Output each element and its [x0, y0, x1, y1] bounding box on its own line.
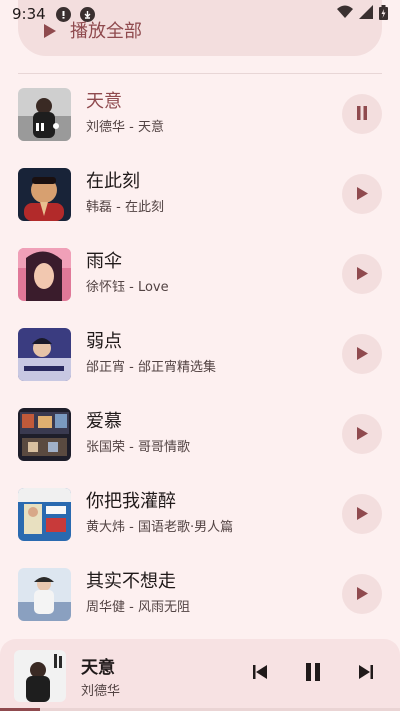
play-button[interactable]: [342, 414, 382, 454]
play-button[interactable]: [342, 494, 382, 534]
battery-icon: [379, 4, 388, 24]
mini-player[interactable]: 天意 刘德华: [0, 639, 400, 711]
skip-previous-icon: [252, 664, 268, 684]
play-icon: [356, 185, 368, 204]
song-row[interactable]: 在此刻 韩磊 - 在此刻: [0, 154, 400, 234]
song-subtitle: 黄大炜 - 国语老歌·男人篇: [86, 520, 234, 535]
song-row[interactable]: 你把我灌醉 黄大炜 - 国语老歌·男人篇: [0, 474, 400, 554]
song-row[interactable]: 天意 刘德华 - 天意: [0, 74, 400, 154]
song-title: 爱慕: [86, 411, 122, 432]
status-bar: 9:34: [0, 0, 400, 28]
play-button[interactable]: [342, 334, 382, 374]
album-cover: [18, 168, 71, 221]
pause-icon: [305, 663, 321, 685]
album-cover: [18, 248, 71, 301]
song-subtitle: 刘德华 - 天意: [86, 120, 164, 135]
song-row[interactable]: 雨伞 徐怀钰 - Love: [0, 234, 400, 314]
mini-player-artist: 刘德华: [81, 684, 121, 699]
song-title: 雨伞: [86, 251, 122, 272]
signal-icon: [359, 5, 373, 23]
song-row[interactable]: 其实不想走 周华健 - 风雨无阻: [0, 554, 400, 634]
mini-player-cover: [14, 650, 66, 702]
play-icon: [356, 505, 368, 524]
play-icon: [356, 345, 368, 364]
song-subtitle: 邰正宵 - 邰正宵精选集: [86, 360, 216, 375]
album-cover: [18, 328, 71, 381]
download-icon: [79, 6, 95, 22]
wifi-icon: [337, 5, 353, 23]
status-time: 9:34: [12, 5, 46, 23]
play-icon: [356, 585, 368, 604]
song-title: 你把我灌醉: [86, 491, 176, 512]
play-icon: [356, 265, 368, 284]
pause-icon: [356, 105, 368, 124]
song-subtitle: 张国荣 - 哥哥情歌: [86, 440, 190, 455]
play-button[interactable]: [342, 574, 382, 614]
pause-button[interactable]: [342, 94, 382, 134]
song-subtitle: 韩磊 - 在此刻: [86, 200, 164, 215]
play-button[interactable]: [342, 174, 382, 214]
play-button[interactable]: [342, 254, 382, 294]
song-title: 天意: [86, 91, 122, 112]
album-cover: [18, 568, 71, 621]
play-icon: [356, 425, 368, 444]
song-subtitle: 徐怀钰 - Love: [86, 280, 169, 295]
song-row[interactable]: 弱点 邰正宵 - 邰正宵精选集: [0, 314, 400, 394]
song-list: 天意 刘德华 - 天意 在此刻 韩磊 - 在此刻 雨伞 徐怀钰 - Love 弱…: [0, 74, 400, 634]
alert-icon: [55, 6, 71, 22]
album-cover: [18, 88, 71, 141]
song-title: 弱点: [86, 331, 122, 352]
song-row[interactable]: 爱慕 张国荣 - 哥哥情歌: [0, 394, 400, 474]
song-subtitle: 周华健 - 风雨无阻: [86, 600, 190, 615]
song-title: 在此刻: [86, 171, 140, 192]
song-title: 其实不想走: [86, 571, 176, 592]
album-cover: [18, 488, 71, 541]
skip-next-icon: [358, 664, 374, 684]
pause-button[interactable]: [298, 659, 328, 689]
album-cover: [18, 408, 71, 461]
mini-player-title: 天意: [81, 658, 115, 678]
previous-button[interactable]: [245, 659, 275, 689]
next-button[interactable]: [351, 659, 381, 689]
